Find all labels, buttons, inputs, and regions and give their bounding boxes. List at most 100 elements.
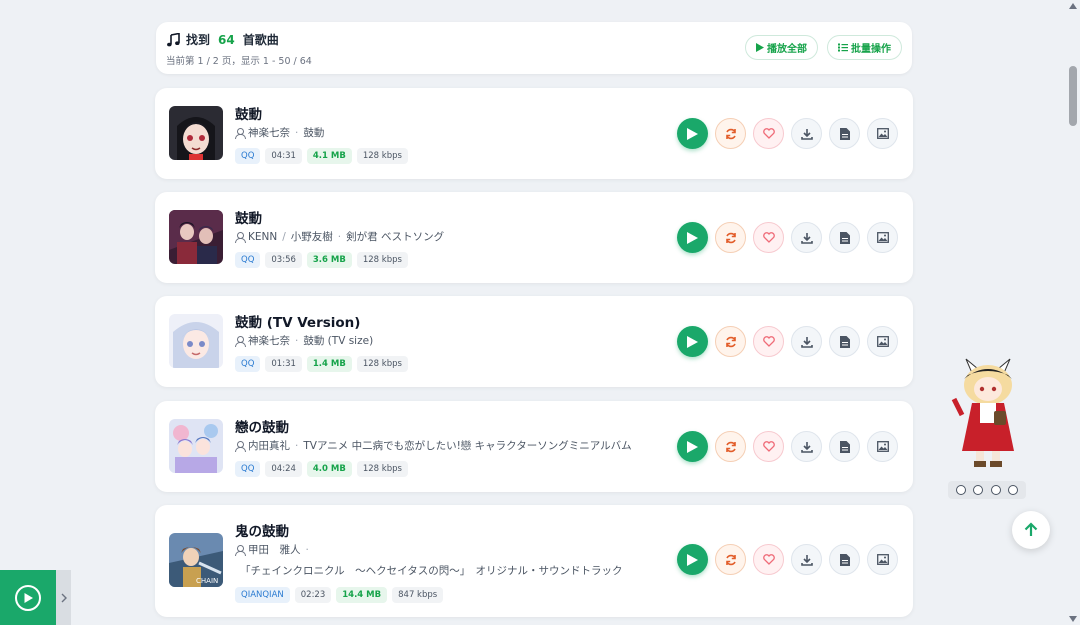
page-scrollbar[interactable]	[1066, 0, 1080, 625]
results-title-prefix: 找到	[186, 33, 211, 47]
size-badge: 14.4 MB	[336, 587, 388, 603]
source-badge: QQ	[235, 356, 261, 372]
song-artist[interactable]: 甲田 雅人	[248, 542, 301, 557]
lyrics-button[interactable]	[829, 431, 860, 462]
song-artist[interactable]: 内田真礼	[248, 438, 290, 453]
duration-badge: 03:56	[265, 252, 302, 268]
play-button[interactable]	[677, 431, 708, 462]
download-button[interactable]	[791, 222, 822, 253]
song-title[interactable]: 鼓動	[235, 207, 262, 227]
song-artist[interactable]: 神楽七奈	[248, 125, 290, 140]
song-cover[interactable]	[169, 106, 223, 160]
song-title[interactable]: 鼓動	[235, 103, 262, 123]
bitrate-badge: 128 kbps	[356, 356, 408, 372]
page-info: 当前第 1 / 2 页，显示 1 - 50 / 64	[166, 56, 312, 67]
song-row[interactable]: CHAIN 鬼の鼓動 甲田 雅人 · 「チェインクロニクル ～ヘクセイタスの閃～…	[155, 505, 913, 617]
song-artist[interactable]: KENN	[248, 231, 277, 243]
bitrate-badge: 128 kbps	[356, 461, 408, 477]
swap-icon	[725, 128, 736, 139]
song-row[interactable]: 鼓動 KENN / 小野友樹 · 剣が君 ベストソング QQ 03:56 3.6…	[155, 192, 913, 283]
cover-image-button[interactable]	[867, 326, 898, 357]
swap-source-button[interactable]	[715, 544, 746, 575]
play-button[interactable]	[677, 326, 708, 357]
batch-operation-label: 批量操作	[851, 44, 891, 55]
cover-image-button[interactable]	[867, 431, 898, 462]
play-all-label: 播放全部	[767, 44, 807, 55]
like-button[interactable]	[753, 544, 784, 575]
image-icon	[876, 232, 889, 243]
download-button[interactable]	[791, 544, 822, 575]
play-button[interactable]	[677, 544, 708, 575]
download-button[interactable]	[791, 431, 822, 462]
like-button[interactable]	[753, 118, 784, 149]
mascot-widget[interactable]	[950, 355, 1026, 480]
like-button[interactable]	[753, 431, 784, 462]
like-button[interactable]	[753, 222, 784, 253]
chevron-right-icon	[61, 593, 67, 602]
swap-source-button[interactable]	[715, 431, 746, 462]
source-badge: QQ	[235, 148, 261, 164]
play-icon	[687, 231, 698, 244]
song-actions	[677, 431, 898, 462]
duration-badge: 04:31	[265, 148, 302, 164]
bitrate-badge: 128 kbps	[356, 148, 408, 164]
song-artist[interactable]: 小野友樹	[291, 229, 333, 244]
close-icon[interactable]	[1008, 485, 1019, 495]
song-cover[interactable]: CHAIN	[169, 533, 223, 587]
cover-image-button[interactable]	[867, 544, 898, 575]
size-badge: 1.4 MB	[306, 356, 352, 372]
song-row[interactable]: 鼓動 (TV Version) 神楽七奈 · 鼓動 (TV size) QQ 0…	[155, 296, 913, 387]
scroll-down-icon[interactable]	[1069, 616, 1077, 622]
song-title[interactable]: 鬼の鼓動	[235, 520, 289, 540]
user-icon[interactable]	[955, 485, 966, 495]
song-artist-line: 神楽七奈 · 鼓動	[235, 125, 324, 140]
scroll-up-icon[interactable]	[1069, 3, 1077, 9]
song-cover[interactable]	[169, 419, 223, 473]
swap-icon	[725, 336, 736, 347]
song-cover[interactable]	[169, 210, 223, 264]
settings-icon[interactable]	[973, 485, 984, 495]
search-results-page: 找到 64 首歌曲 当前第 1 / 2 页，显示 1 - 50 / 64 播放全…	[0, 0, 1080, 625]
lyrics-button[interactable]	[829, 326, 860, 357]
song-artist-line: 甲田 雅人 ·	[235, 542, 311, 557]
mini-player-button[interactable]	[0, 570, 56, 625]
swap-source-button[interactable]	[715, 326, 746, 357]
play-all-button[interactable]: 播放全部	[745, 35, 818, 60]
song-title[interactable]: 戀の鼓動	[235, 416, 289, 436]
song-album: 鼓動	[303, 127, 325, 139]
bitrate-badge: 128 kbps	[356, 252, 408, 268]
song-cover[interactable]	[169, 314, 223, 368]
list-check-icon	[838, 43, 848, 52]
like-button[interactable]	[753, 326, 784, 357]
song-artist-line: 神楽七奈 · 鼓動 (TV size)	[235, 333, 373, 348]
download-button[interactable]	[791, 118, 822, 149]
lyrics-button[interactable]	[829, 222, 860, 253]
player-expand-toggle[interactable]	[56, 570, 71, 625]
song-title[interactable]: 鼓動 (TV Version)	[235, 311, 360, 331]
play-button[interactable]	[677, 118, 708, 149]
song-row[interactable]: 戀の鼓動 内田真礼 · TVアニメ 中二病でも恋がしたい!戀 キャラクターソング…	[155, 401, 913, 492]
size-badge: 4.0 MB	[306, 461, 352, 477]
song-artist[interactable]: 神楽七奈	[248, 333, 290, 348]
size-badge: 4.1 MB	[306, 148, 352, 164]
cover-image-button[interactable]	[867, 222, 898, 253]
download-button[interactable]	[791, 326, 822, 357]
song-row[interactable]: 鼓動 神楽七奈 · 鼓動 QQ 04:31 4.1 MB 128 kbps	[155, 88, 913, 179]
swap-source-button[interactable]	[715, 222, 746, 253]
song-tags: QQ 04:24 4.0 MB 128 kbps	[235, 461, 408, 477]
cover-image-button[interactable]	[867, 118, 898, 149]
results-count: 64	[218, 32, 235, 47]
play-button[interactable]	[677, 222, 708, 253]
batch-operation-button[interactable]: 批量操作	[827, 35, 902, 60]
github-icon[interactable]	[990, 485, 1001, 495]
lyrics-button[interactable]	[829, 544, 860, 575]
person-icon	[235, 231, 246, 243]
scrollbar-thumb[interactable]	[1069, 66, 1077, 126]
song-tags: QQ 01:31 1.4 MB 128 kbps	[235, 356, 408, 372]
lyrics-button[interactable]	[829, 118, 860, 149]
source-badge: QQ	[235, 461, 261, 477]
back-to-top-button[interactable]	[1012, 511, 1050, 549]
swap-icon	[725, 441, 736, 452]
download-icon	[800, 128, 813, 140]
swap-source-button[interactable]	[715, 118, 746, 149]
